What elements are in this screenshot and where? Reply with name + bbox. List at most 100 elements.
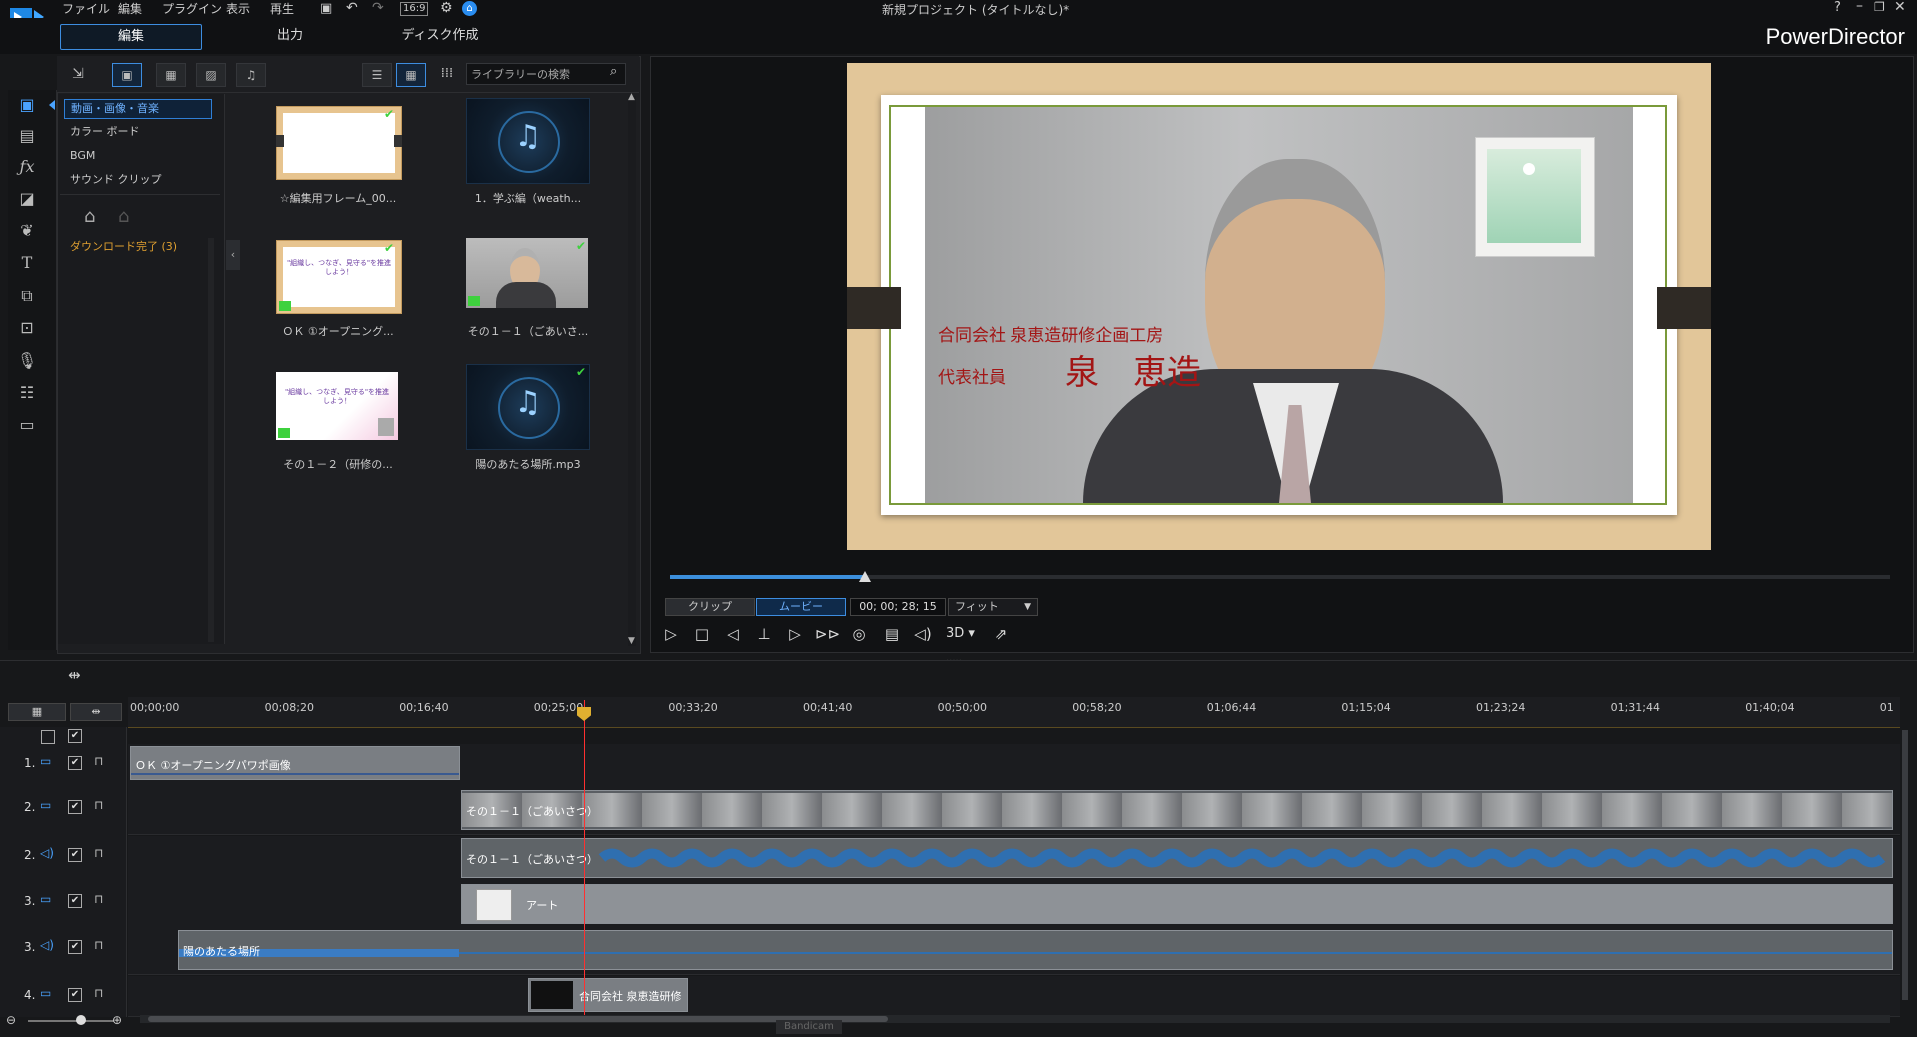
clip-opening-image[interactable]: ＯＫ ①オープニングパワポ画像 [130, 746, 460, 780]
title-room-icon[interactable]: T [14, 250, 40, 276]
save-icon[interactable]: ▣ [320, 1, 332, 16]
track-enable-checkbox[interactable]: ✔ [68, 756, 82, 770]
search-icon[interactable]: ⌕ [610, 64, 617, 79]
category-bgm[interactable]: BGM [64, 147, 210, 165]
previous-frame-icon[interactable]: ◁ [722, 623, 744, 645]
aspect-ratio-selector[interactable]: 16:9 [400, 2, 429, 16]
clip-bgm[interactable]: 陽のあたる場所 [178, 930, 1893, 970]
3d-mode-toggle[interactable]: 3D ▾ [946, 626, 975, 641]
movie-mode-button[interactable]: ムービー [756, 598, 846, 616]
minimize-icon[interactable]: – [1856, 0, 1863, 14]
track-enable-checkbox[interactable]: ✔ [68, 894, 82, 908]
collapse-panel-icon[interactable]: ‹ [226, 240, 240, 270]
stop-icon[interactable]: □ [691, 623, 713, 645]
menu-plugin[interactable]: プラグイン [162, 0, 222, 18]
playhead[interactable] [584, 700, 585, 1016]
remove-tag-icon[interactable]: ⌂ [118, 206, 129, 227]
notification-icon[interactable]: ⌂ [462, 1, 477, 16]
zoom-thumb[interactable] [76, 1015, 86, 1025]
preview-screen[interactable]: 合同会社 泉恵造研修企画工房 代表社員 泉 恵造 [847, 63, 1711, 550]
category-scrollbar[interactable] [208, 238, 214, 642]
insert-marker-icon[interactable]: ⊥ [753, 623, 775, 645]
track-lock-icon[interactable]: ⊓ [94, 798, 103, 812]
settings-gear-icon[interactable]: ⚙ [440, 0, 453, 16]
next-frame-icon[interactable]: ▷ [784, 623, 806, 645]
select-all-checkbox[interactable] [41, 730, 55, 744]
filter-video-button[interactable]: ▦ [156, 63, 186, 87]
import-icon[interactable]: ⇲ [66, 63, 90, 85]
media-thumb-greeting[interactable] [466, 238, 588, 308]
zoom-out-icon[interactable]: ⊖ [6, 1013, 16, 1027]
voice-over-icon[interactable]: 🎙 [14, 348, 40, 374]
scroll-up-icon[interactable]: ▲ [628, 92, 635, 102]
zoom-in-icon[interactable]: ⊕ [112, 1013, 122, 1027]
redo-icon[interactable]: ↷ [372, 0, 384, 16]
help-icon[interactable]: ? [1834, 0, 1841, 15]
split-icon[interactable]: ⇹ [68, 666, 81, 684]
effect-room-icon[interactable]: ƒx [14, 154, 40, 180]
timecode-display[interactable]: 00; 00; 28; 15 [850, 598, 946, 616]
particle-room-icon[interactable]: ❦ [14, 218, 40, 244]
library-scrollbar[interactable] [628, 96, 636, 646]
undo-icon[interactable]: ↶ [346, 0, 358, 16]
clip-art[interactable]: アート [461, 884, 1893, 924]
list-view-button[interactable]: ☰ [362, 63, 392, 87]
category-media[interactable]: 動画・画像・音楽 [64, 99, 212, 119]
category-color-board[interactable]: カラー ボード [64, 123, 210, 141]
download-status[interactable]: ダウンロード完了 (3) [70, 238, 177, 254]
library-search-input[interactable]: ライブラリーの検索 [466, 63, 626, 85]
tab-edit[interactable]: 編集 [60, 24, 202, 50]
clip-title[interactable]: 合同会社 泉恵造研修 [528, 978, 688, 1012]
tab-output[interactable]: 出力 [220, 24, 360, 48]
transition-room-icon[interactable]: ⧉ [14, 283, 40, 309]
media-room-icon[interactable]: ▣ [14, 92, 40, 118]
undock-preview-icon[interactable]: ⇗ [990, 623, 1012, 645]
filter-image-button[interactable]: ▨ [196, 63, 226, 87]
track-lock-icon[interactable]: ⊓ [94, 986, 103, 1000]
thumbnail-view-button[interactable]: ▦ [396, 63, 426, 87]
fit-timeline-icon[interactable]: ⇹ [70, 703, 122, 721]
menu-edit[interactable]: 編集 [118, 0, 142, 18]
subtitle-room-icon[interactable]: ▭ [14, 412, 40, 438]
snapshot-icon[interactable]: ◎ [848, 623, 870, 645]
add-tag-icon[interactable]: ⌂ [84, 206, 95, 227]
template-room-icon[interactable]: ▤ [14, 123, 40, 149]
restore-icon[interactable]: ❐ [1874, 0, 1885, 14]
play-icon[interactable]: ▷ [660, 623, 682, 645]
filter-all-media-button[interactable]: ▣ [112, 63, 142, 87]
scroll-down-icon[interactable]: ▼ [628, 636, 635, 646]
pip-room-icon[interactable]: ◪ [14, 186, 40, 212]
media-thumb-audio[interactable]: ♫ [466, 98, 590, 184]
timeline-vscrollbar[interactable] [1902, 730, 1908, 1000]
audio-mixing-icon[interactable]: ⊡ [14, 315, 40, 341]
track-row[interactable] [128, 976, 1900, 1017]
track-enable-checkbox[interactable]: ✔ [68, 988, 82, 1002]
track-enable-checkbox[interactable]: ✔ [68, 800, 82, 814]
grid-size-icon[interactable]: ⁞⁞⁞ [436, 63, 458, 85]
fit-dropdown[interactable]: フィット ▼ [948, 598, 1038, 616]
clip-mode-button[interactable]: クリップ [665, 598, 755, 616]
volume-icon[interactable]: ◁) [912, 623, 934, 645]
tab-disc[interactable]: ディスク作成 [370, 24, 510, 48]
category-sound-clip[interactable]: サウンド クリップ [64, 171, 210, 189]
clip-greeting-video[interactable]: その１－１（ごあいさつ） [461, 790, 1893, 830]
enable-all-checkbox[interactable]: ✔ [68, 729, 82, 743]
chapter-room-icon[interactable]: ☷ [14, 380, 40, 406]
track-lock-icon[interactable]: ⊓ [94, 754, 103, 768]
track-lock-icon[interactable]: ⊓ [94, 892, 103, 906]
media-thumb-training[interactable]: "組織し、つなぎ、見守る"を推進しよう！ [276, 372, 398, 440]
track-enable-checkbox[interactable]: ✔ [68, 940, 82, 954]
media-thumb-audio[interactable]: ♫ [466, 364, 590, 450]
zoom-slider[interactable] [28, 1020, 114, 1022]
track-lock-icon[interactable]: ⊓ [94, 846, 103, 860]
menu-view[interactable]: 表示 [226, 0, 250, 18]
fast-forward-icon[interactable]: ⊳⊳ [815, 623, 840, 645]
slider-thumb[interactable] [859, 571, 872, 582]
track-manager-icon[interactable]: ▦ [8, 703, 66, 721]
subtitle-icon[interactable]: ▤ [881, 623, 903, 645]
track-lock-icon[interactable]: ⊓ [94, 938, 103, 952]
close-icon[interactable]: ✕ [1894, 0, 1906, 15]
menu-file[interactable]: ファイル [62, 0, 110, 18]
menu-play[interactable]: 再生 [270, 0, 294, 18]
track-enable-checkbox[interactable]: ✔ [68, 848, 82, 862]
